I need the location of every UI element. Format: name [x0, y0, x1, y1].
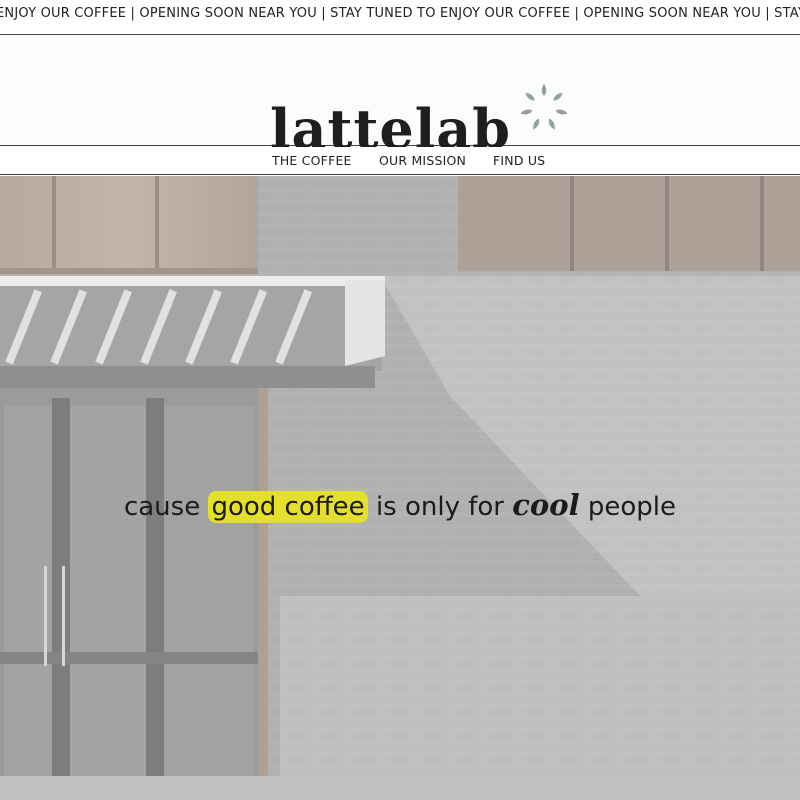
hero-tagline: cause good coffee is only for cool peopl…: [0, 488, 800, 523]
hero-section: cause good coffee is only for cool peopl…: [0, 176, 800, 800]
nav-item-our-mission[interactable]: OUR MISSION: [379, 153, 466, 168]
site-header: lattelab: [0, 36, 800, 156]
nav-item-the-coffee[interactable]: THE COFFEE: [272, 153, 352, 168]
main-nav: THE COFFEE OUR MISSION FIND US: [0, 147, 800, 175]
tagline-middle: is only for: [375, 492, 504, 522]
nav-item-find-us[interactable]: FIND US: [493, 153, 545, 168]
tagline-word-cause: cause: [123, 492, 201, 522]
tagline-end: people: [587, 492, 677, 522]
announcement-marquee: ENJOY OUR COFFEE | OPENING SOON NEAR YOU…: [0, 0, 800, 35]
leaf-wreath-icon: [520, 84, 568, 130]
marquee-text: ENJOY OUR COFFEE | OPENING SOON NEAR YOU…: [0, 6, 800, 21]
tagline-highlight: good coffee: [208, 491, 368, 523]
tagline-emphasis: cool: [512, 488, 580, 522]
